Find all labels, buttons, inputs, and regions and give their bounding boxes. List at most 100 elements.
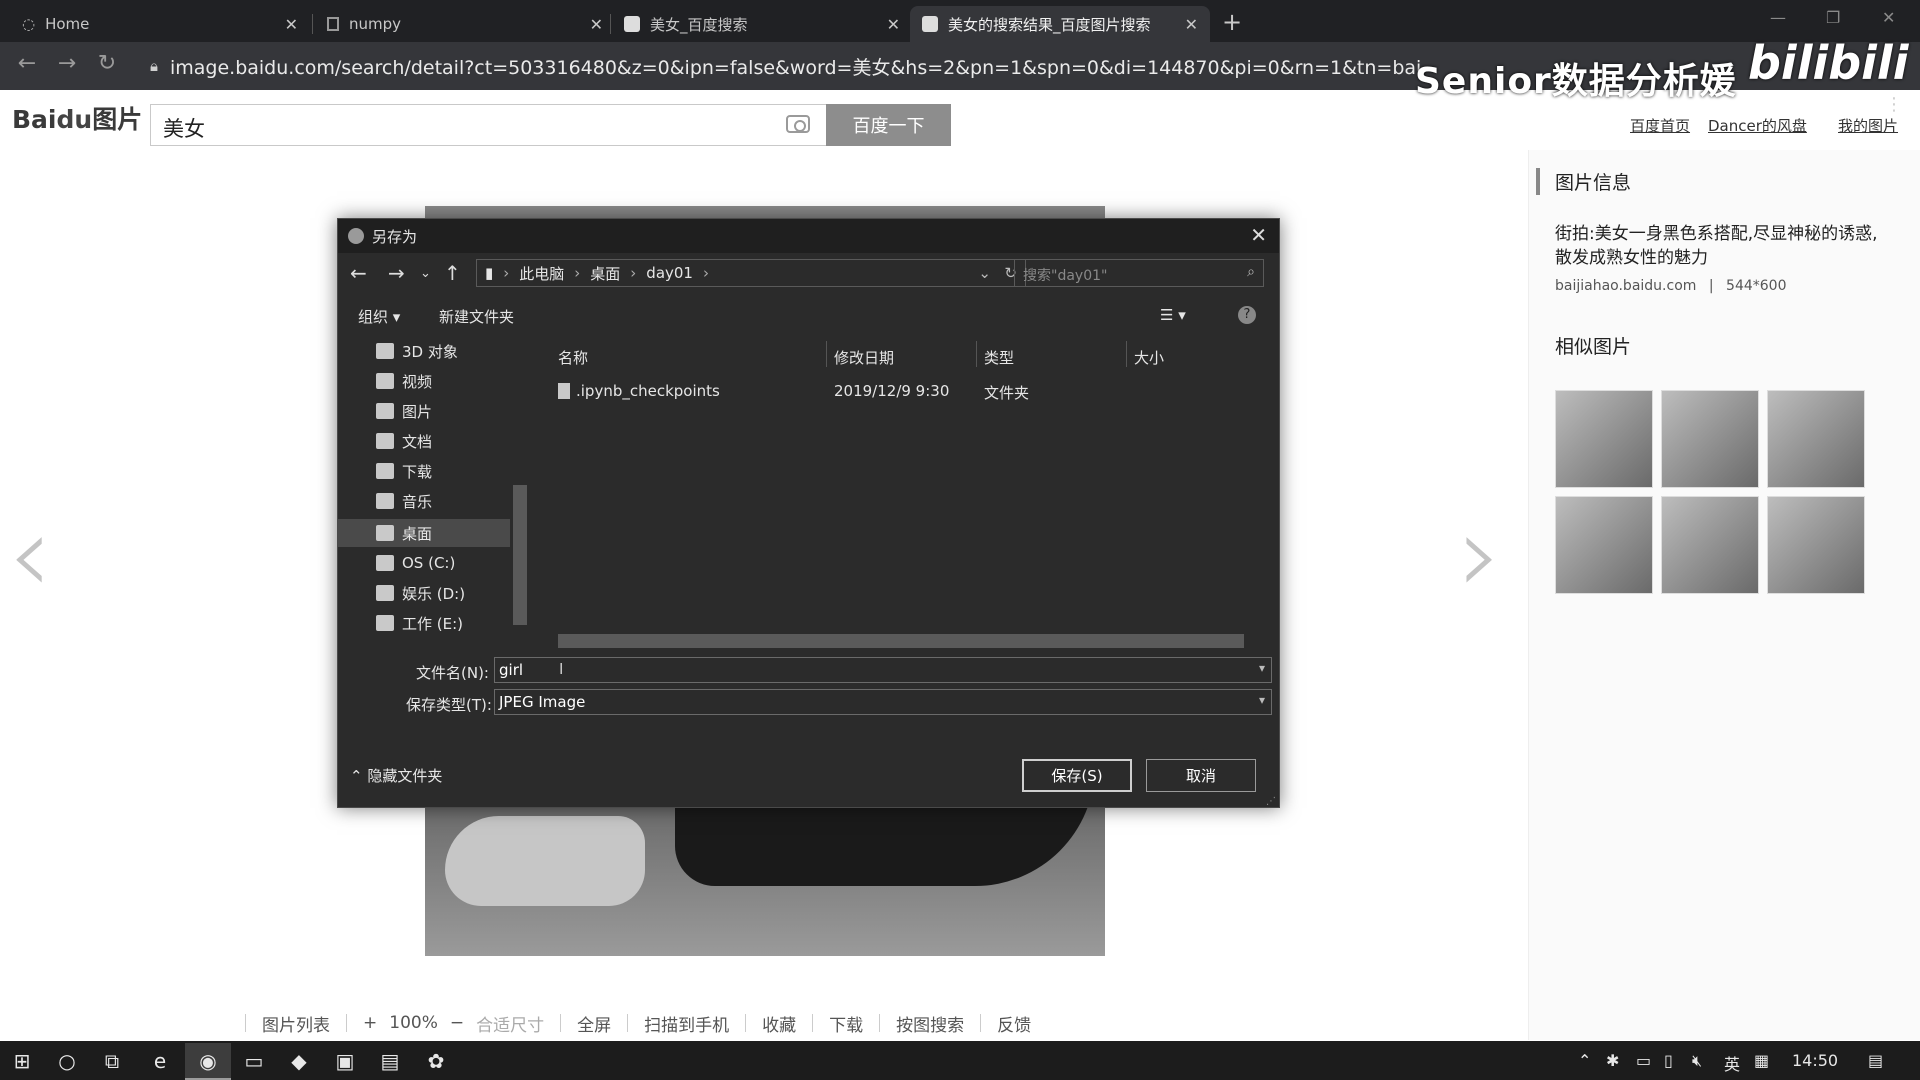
breadcrumb[interactable]: ▮ › 此电脑 › 桌面 › day01 › ⌄ ↻	[476, 259, 1026, 287]
nav-item-documents[interactable]: 文档	[376, 427, 432, 455]
info-description[interactable]: 街拍:美女一身黑色系搭配,尽显神秘的诱惑,散发成熟女性的魅力	[1555, 222, 1885, 270]
nav-item-downloads[interactable]: 下载	[376, 457, 432, 485]
notes-icon[interactable]: ▤	[378, 1049, 402, 1073]
breadcrumb-desktop[interactable]: 桌面	[590, 263, 620, 284]
tray-up-icon[interactable]: ⌃	[1578, 1051, 1591, 1070]
network-icon[interactable]: ▯	[1664, 1051, 1673, 1070]
new-tab-button[interactable]: +	[1222, 8, 1242, 36]
next-arrow-icon[interactable]: ›	[1458, 490, 1502, 618]
chrome-icon[interactable]: ◉	[185, 1043, 231, 1080]
feedback-button[interactable]: 反馈	[991, 1011, 1037, 1036]
close-window-icon[interactable]: ✕	[1882, 8, 1895, 27]
baidu-image-logo[interactable]: Baidu图片	[12, 100, 142, 136]
back-icon[interactable]: ←	[350, 261, 367, 285]
volume-muted-icon[interactable]: 🔇︎	[1692, 1051, 1702, 1071]
column-type[interactable]: 类型	[984, 347, 1014, 368]
clock[interactable]: 14:50	[1792, 1051, 1838, 1070]
similar-thumb[interactable]	[1767, 390, 1865, 488]
column-date[interactable]: 修改日期	[834, 347, 894, 368]
nav-item-drive-d[interactable]: 娱乐 (D:)	[376, 579, 465, 607]
chevron-down-icon[interactable]: ▾	[1259, 693, 1265, 707]
image-list-button[interactable]: 图片列表	[256, 1011, 336, 1036]
keyboard-icon[interactable]: ▦	[1754, 1051, 1769, 1070]
app-icon[interactable]: ◆	[287, 1049, 311, 1073]
tray-app-icon[interactable]: ✱	[1606, 1051, 1619, 1070]
search-by-image-button[interactable]: 按图搜索	[890, 1011, 970, 1036]
dialog-close-icon[interactable]: ✕	[1250, 223, 1267, 247]
tab-baidu-image[interactable]: 美女的搜索结果_百度图片搜索 ✕	[910, 6, 1210, 42]
app-icon[interactable]: ✿	[424, 1049, 448, 1073]
forward-icon[interactable]: →	[388, 261, 405, 285]
similar-thumb[interactable]	[1555, 390, 1653, 488]
nav-item-drive-e[interactable]: 工作 (E:)	[376, 609, 463, 637]
scrollbar-thumb[interactable]	[558, 634, 1244, 648]
filetype-select[interactable]: JPEG Image ▾	[494, 689, 1272, 715]
up-icon[interactable]: ↑	[444, 261, 461, 285]
zoom-out-button[interactable]: −	[444, 1013, 470, 1033]
help-icon[interactable]: ?	[1238, 306, 1256, 324]
similar-thumb[interactable]	[1767, 496, 1865, 594]
chevron-down-icon[interactable]: ⌄	[978, 264, 991, 282]
horizontal-scrollbar[interactable]	[536, 631, 1281, 649]
tab-close-icon[interactable]: ✕	[590, 15, 603, 34]
notification-icon[interactable]: ▤	[1868, 1051, 1883, 1070]
tab-close-icon[interactable]: ✕	[887, 15, 900, 34]
search-input[interactable]: 美女	[150, 104, 827, 146]
search-button[interactable]: 百度一下	[826, 104, 951, 146]
new-folder-button[interactable]: 新建文件夹	[439, 306, 514, 327]
similar-thumb[interactable]	[1555, 496, 1653, 594]
fullscreen-button[interactable]: 全屏	[571, 1011, 617, 1036]
nav-item-videos[interactable]: 视频	[376, 367, 432, 395]
search-icon[interactable]: ○	[55, 1049, 79, 1073]
tab-numpy[interactable]: numpy ✕	[315, 6, 615, 42]
menu-icon[interactable]: ⋮	[1885, 94, 1903, 115]
nav-scrollbar[interactable]	[513, 485, 527, 625]
nav-item-3d-objects[interactable]: 3D 对象	[376, 337, 458, 365]
forward-icon[interactable]: →	[52, 51, 82, 76]
tab-close-icon[interactable]: ✕	[285, 15, 298, 34]
tab-home[interactable]: ◌ Home ✕	[10, 6, 310, 42]
breadcrumb-day01[interactable]: day01	[646, 264, 693, 282]
tab-baidu-search[interactable]: 美女_百度搜索 ✕	[612, 6, 912, 42]
resize-grip-icon[interactable]: ⋰	[1266, 796, 1276, 807]
link-my-images[interactable]: 我的图片	[1838, 115, 1898, 136]
chevron-down-icon[interactable]: ▾	[1259, 661, 1265, 675]
nav-item-music[interactable]: 音乐	[376, 487, 432, 515]
similar-thumb[interactable]	[1661, 390, 1759, 488]
terminal-icon[interactable]: ▣	[333, 1049, 357, 1073]
column-size[interactable]: 大小	[1134, 347, 1164, 368]
file-row[interactable]: .ipynb_checkpoints 2019/12/9 9:30 文件夹	[536, 377, 1281, 405]
nav-item-drive-c[interactable]: OS (C:)	[376, 549, 455, 577]
zoom-in-button[interactable]: +	[357, 1013, 383, 1033]
link-baidu-home[interactable]: 百度首页	[1630, 115, 1690, 136]
recent-dropdown-icon[interactable]: ⌄	[420, 266, 431, 281]
fit-size-button[interactable]: 合适尺寸	[470, 1011, 550, 1036]
hide-folders-toggle[interactable]: ⌃ 隐藏文件夹	[350, 765, 442, 786]
windows-start-icon[interactable]: ⊞	[10, 1049, 34, 1073]
tab-close-icon[interactable]: ✕	[1185, 15, 1198, 34]
favorite-button[interactable]: 收藏	[756, 1011, 802, 1036]
similar-thumb[interactable]	[1661, 496, 1759, 594]
scan-to-phone-button[interactable]: 扫描到手机	[638, 1011, 735, 1036]
prev-arrow-icon[interactable]: ‹	[8, 490, 52, 618]
minimize-icon[interactable]: —	[1770, 8, 1786, 27]
filename-input[interactable]: girl I ▾	[494, 657, 1272, 683]
column-name[interactable]: 名称	[558, 347, 588, 368]
battery-icon[interactable]: ▭	[1636, 1051, 1651, 1070]
edge-icon[interactable]: e	[148, 1049, 172, 1073]
info-source[interactable]: baijiahao.baidu.com	[1555, 278, 1696, 294]
back-icon[interactable]: ←	[12, 51, 42, 76]
nav-item-pictures[interactable]: 图片	[376, 397, 432, 425]
file-explorer-icon[interactable]: ▭	[242, 1049, 266, 1073]
ime-indicator[interactable]: 英	[1724, 1051, 1740, 1075]
cancel-button[interactable]: 取消	[1146, 759, 1256, 792]
camera-icon[interactable]	[786, 115, 810, 133]
nav-item-desktop[interactable]: 桌面	[376, 519, 432, 547]
download-button[interactable]: 下载	[823, 1011, 869, 1036]
view-options-icon[interactable]: ☰ ▾	[1160, 306, 1186, 324]
dialog-search-input[interactable]: 搜索"day01" ⌕	[1014, 259, 1264, 287]
link-user-menu[interactable]: Dancer的风盘	[1708, 115, 1807, 136]
task-view-icon[interactable]: ⧉	[100, 1049, 124, 1073]
breadcrumb-this-pc[interactable]: 此电脑	[519, 263, 564, 284]
save-button[interactable]: 保存(S)	[1022, 759, 1132, 792]
